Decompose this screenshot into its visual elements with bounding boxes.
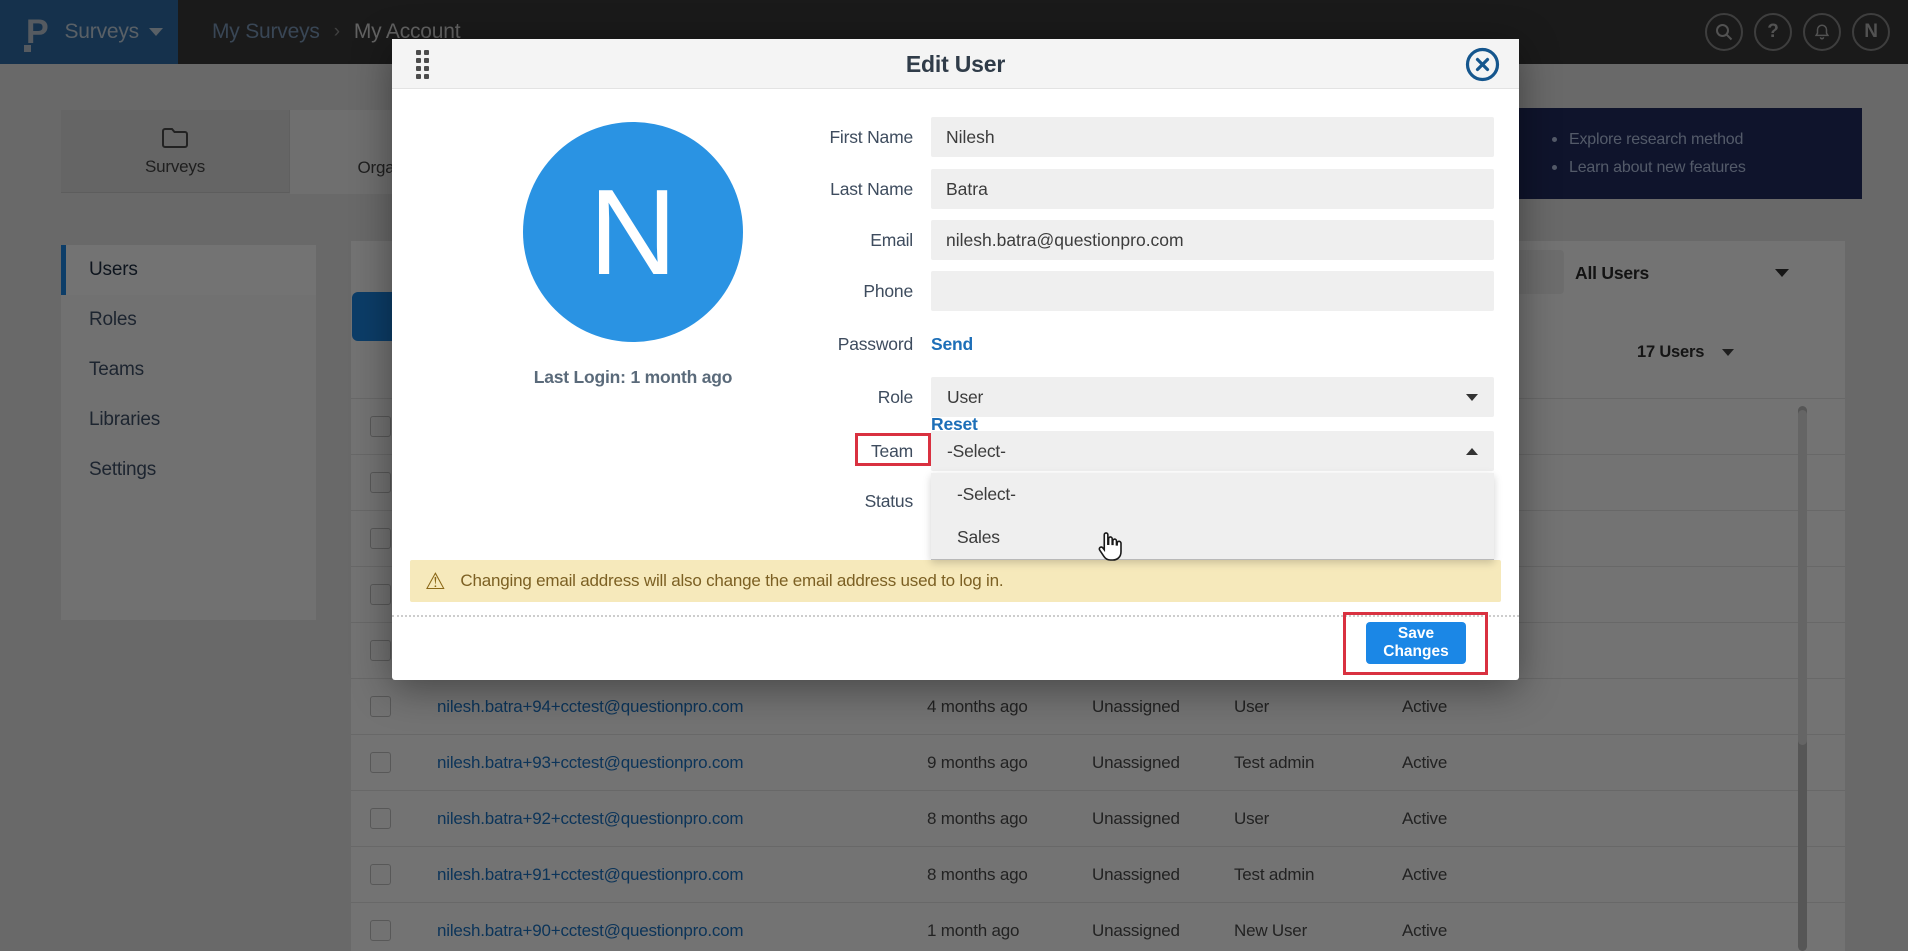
password-label: Password xyxy=(733,324,913,364)
chevron-up-icon xyxy=(1466,448,1478,455)
close-icon[interactable] xyxy=(1464,46,1501,83)
warning-banner: ⚠ Changing email address will also chang… xyxy=(410,560,1501,602)
dropdown-option-sales[interactable]: Sales xyxy=(931,516,1494,559)
team-value: -Select- xyxy=(947,441,1006,462)
page: P Surveys My Surveys › My Account ? N Su xyxy=(0,0,1908,951)
warning-triangle-icon: ⚠ xyxy=(425,570,445,593)
save-changes-button[interactable]: Save Changes xyxy=(1366,622,1466,664)
user-avatar-large: N xyxy=(523,122,743,342)
drag-handle-icon[interactable] xyxy=(416,50,429,79)
email-label: Email xyxy=(733,220,913,260)
first-name-label: First Name xyxy=(733,117,913,157)
role-dropdown[interactable]: User xyxy=(931,377,1494,417)
first-name-field[interactable] xyxy=(931,117,1494,157)
dropdown-option-select[interactable]: -Select- xyxy=(931,473,1494,516)
footer-divider xyxy=(392,615,1519,617)
last-name-field[interactable] xyxy=(931,169,1494,209)
team-dropdown[interactable]: -Select- xyxy=(931,431,1494,471)
password-reset-link[interactable]: Send Password Reset Link xyxy=(931,324,1012,364)
modal-title: Edit User xyxy=(392,39,1519,89)
team-label: Team xyxy=(733,431,913,471)
email-field[interactable] xyxy=(931,220,1494,260)
team-dropdown-menu: -Select- Sales xyxy=(931,473,1494,560)
phone-label: Phone xyxy=(733,271,913,311)
modal-header: Edit User xyxy=(392,39,1519,89)
chevron-down-icon xyxy=(1466,394,1478,401)
last-name-label: Last Name xyxy=(733,169,913,209)
warning-text: Changing email address will also change … xyxy=(460,571,1003,591)
phone-field[interactable] xyxy=(931,271,1494,311)
status-label: Status xyxy=(733,481,913,521)
role-label: Role xyxy=(733,377,913,417)
role-value: User xyxy=(947,387,983,408)
edit-user-modal: Edit User N Last Login: 1 month ago Firs… xyxy=(392,39,1519,680)
